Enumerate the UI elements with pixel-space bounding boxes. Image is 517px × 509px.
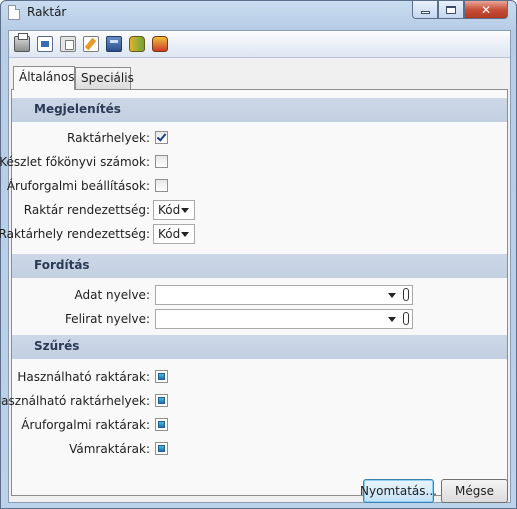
chevron-down-icon [181, 232, 189, 237]
customs-warehouses-label: Vámraktárak: [69, 442, 150, 456]
dialog-window: Raktár ✕ Általános Speciális Megjeleníté… [0, 0, 517, 509]
maximize-button[interactable] [438, 1, 464, 19]
usable-locations-label: Használható raktárhelyek: [0, 394, 150, 408]
warehouse-order-select[interactable]: Kód [153, 200, 195, 220]
tab-general[interactable]: Általános [13, 66, 75, 90]
trade-warehouses-label: Áruforgalmi raktárak: [21, 418, 150, 432]
indeterminate-icon [158, 445, 165, 452]
close-icon: ✕ [480, 2, 492, 17]
customs-warehouses-checkbox[interactable] [155, 442, 168, 455]
usable-locations-checkbox[interactable] [155, 394, 168, 407]
document-icon [8, 5, 20, 20]
minimize-button[interactable] [412, 1, 438, 19]
paperclip-icon[interactable] [403, 312, 409, 325]
copy-icon[interactable] [60, 36, 76, 52]
data-language-label: Adat nyelve: [74, 288, 150, 302]
usable-warehouses-checkbox[interactable] [155, 370, 168, 383]
usable-warehouses-label: Használható raktárak: [17, 370, 150, 384]
location-order-label: Raktárhely rendezettség: [0, 227, 150, 241]
indeterminate-icon [158, 421, 165, 428]
data-language-select[interactable] [155, 285, 413, 305]
edit-icon[interactable] [83, 36, 99, 52]
calculator-icon[interactable] [106, 36, 122, 52]
chevron-down-icon [388, 293, 396, 298]
database-export-icon[interactable] [152, 36, 168, 52]
title-bar: Raktár ✕ [1, 1, 516, 25]
ledger-accounts-checkbox[interactable] [155, 155, 168, 168]
tab-panel-general: Megjelenítés Raktárhelyek: Készlet főkön… [0, 89, 508, 496]
maximize-icon [446, 5, 456, 14]
section-translation-header: Fordítás [12, 254, 507, 278]
checkmark-icon [156, 131, 167, 142]
cancel-button[interactable]: Mégse [441, 479, 508, 503]
print-button[interactable]: Nyomtatás... [360, 479, 437, 503]
section-filter-header: Szűrés [12, 335, 507, 359]
trade-settings-checkbox[interactable] [155, 179, 168, 192]
dialog-client: Általános Speciális Megjelenítés Raktárh… [0, 30, 511, 503]
toolbar [9, 31, 510, 58]
indeterminate-icon [158, 373, 165, 380]
window-title: Raktár [27, 5, 67, 19]
database-icon[interactable] [129, 36, 145, 52]
chevron-down-icon [181, 208, 189, 213]
minimize-icon [420, 11, 430, 14]
trade-warehouses-checkbox[interactable] [155, 418, 168, 431]
caption-language-label: Felirat nyelve: [64, 312, 150, 326]
close-button[interactable]: ✕ [464, 1, 508, 19]
chevron-down-icon [388, 317, 396, 322]
warehouses-checkbox[interactable] [155, 131, 168, 144]
location-order-value: Kód [158, 227, 181, 241]
paperclip-icon[interactable] [403, 288, 409, 301]
warehouse-order-label: Raktár rendezettség: [23, 203, 150, 217]
preview-icon[interactable] [37, 36, 53, 52]
print-icon[interactable] [14, 33, 30, 52]
tab-special[interactable]: Speciális [75, 67, 134, 89]
caption-language-select[interactable] [155, 309, 413, 329]
section-display-header: Megjelenítés [12, 98, 507, 122]
warehouse-order-value: Kód [158, 203, 181, 217]
trade-settings-label: Áruforgalmi beállítások: [6, 179, 150, 193]
location-order-select[interactable]: Kód [153, 224, 195, 244]
ledger-accounts-label: Készlet főkönyvi számok: [0, 155, 150, 169]
warehouses-label: Raktárhelyek: [67, 131, 150, 145]
indeterminate-icon [158, 397, 165, 404]
